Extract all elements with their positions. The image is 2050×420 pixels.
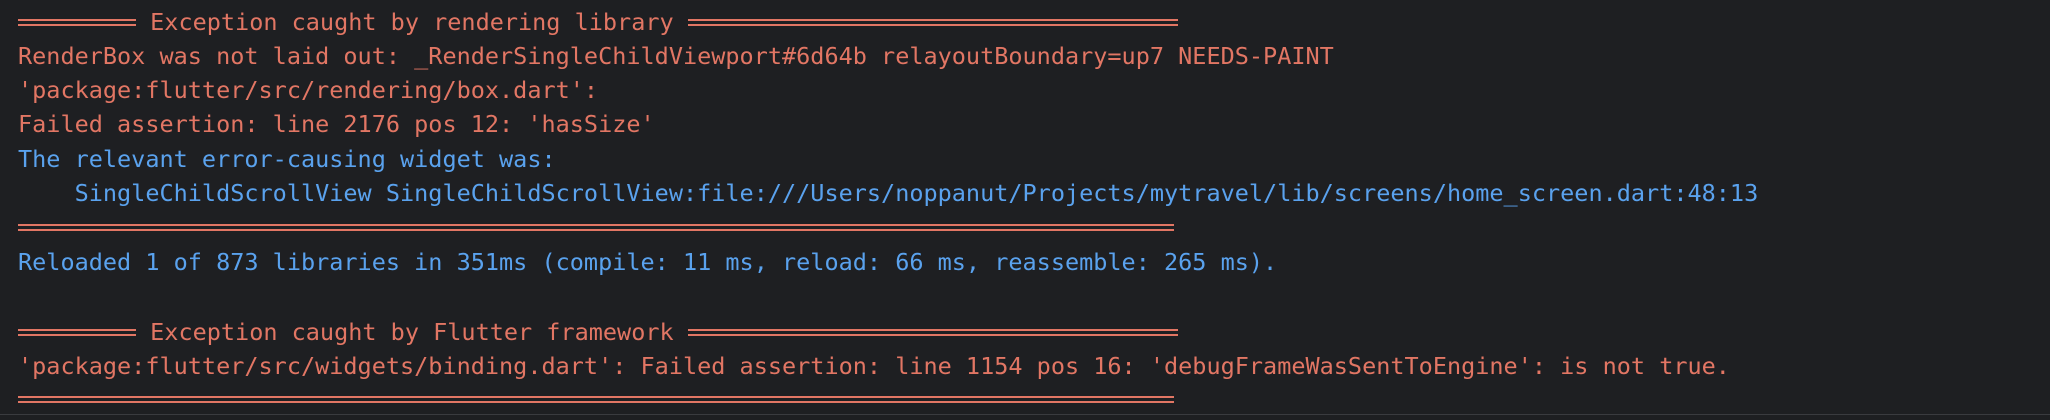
error-line: 'package:flutter/src/rendering/box.dart'… <box>18 76 599 104</box>
reload-message: Reloaded 1 of 873 libraries in 351ms (co… <box>18 248 1278 276</box>
exception-header-title: Exception caught by rendering library <box>150 8 674 36</box>
header-rule-left <box>18 18 136 26</box>
exception-header-rendering: Exception caught by rendering library <box>18 5 1178 39</box>
header-rule-right <box>687 18 1178 26</box>
panel-divider <box>0 414 2050 415</box>
header-rule-left <box>18 328 136 336</box>
exception-header-title: Exception caught by Flutter framework <box>150 318 674 346</box>
error-line: RenderBox was not laid out: _RenderSingl… <box>18 42 1334 70</box>
error-line: Failed assertion: line 2176 pos 12: 'has… <box>18 110 655 138</box>
header-rule-right <box>687 328 1178 336</box>
block-end-rule <box>18 224 1174 231</box>
error-line: 'package:flutter/src/widgets/binding.dar… <box>18 352 1730 380</box>
console-output: Exception caught by rendering library Re… <box>0 0 2050 420</box>
exception-header-framework: Exception caught by Flutter framework <box>18 315 1178 349</box>
widget-source-link[interactable]: SingleChildScrollView SingleChildScrollV… <box>18 176 1759 210</box>
block-end-rule <box>18 396 1174 403</box>
relevant-widget-label: The relevant error-causing widget was: <box>18 145 556 173</box>
